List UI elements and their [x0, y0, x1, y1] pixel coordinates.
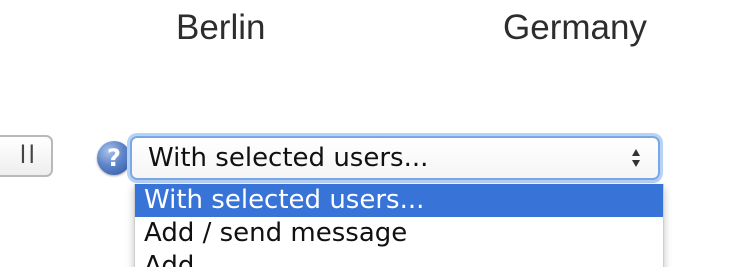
help-question-icon[interactable]: ?	[97, 141, 131, 175]
table-cell-country: Germany	[503, 8, 647, 47]
bulk-action-select-value: With selected users...	[148, 143, 429, 173]
select-all-button[interactable]: ll	[0, 135, 53, 177]
select-updown-arrows-icon	[632, 149, 640, 167]
select-all-button-label: ll	[19, 141, 37, 169]
dropdown-option-add-send-message[interactable]: Add / send message	[135, 217, 663, 250]
page: Berlin Germany ll ? With selected users.…	[0, 0, 744, 267]
dropdown-option-with-selected-users[interactable]: With selected users...	[135, 184, 663, 217]
table-cell-city: Berlin	[176, 8, 266, 47]
bulk-action-select[interactable]: With selected users...	[130, 136, 660, 180]
help-question-glyph: ?	[107, 144, 121, 172]
bulk-action-dropdown-list: With selected users... Add / send messag…	[134, 184, 664, 267]
dropdown-option-add-partial[interactable]: Add ...	[135, 250, 663, 267]
